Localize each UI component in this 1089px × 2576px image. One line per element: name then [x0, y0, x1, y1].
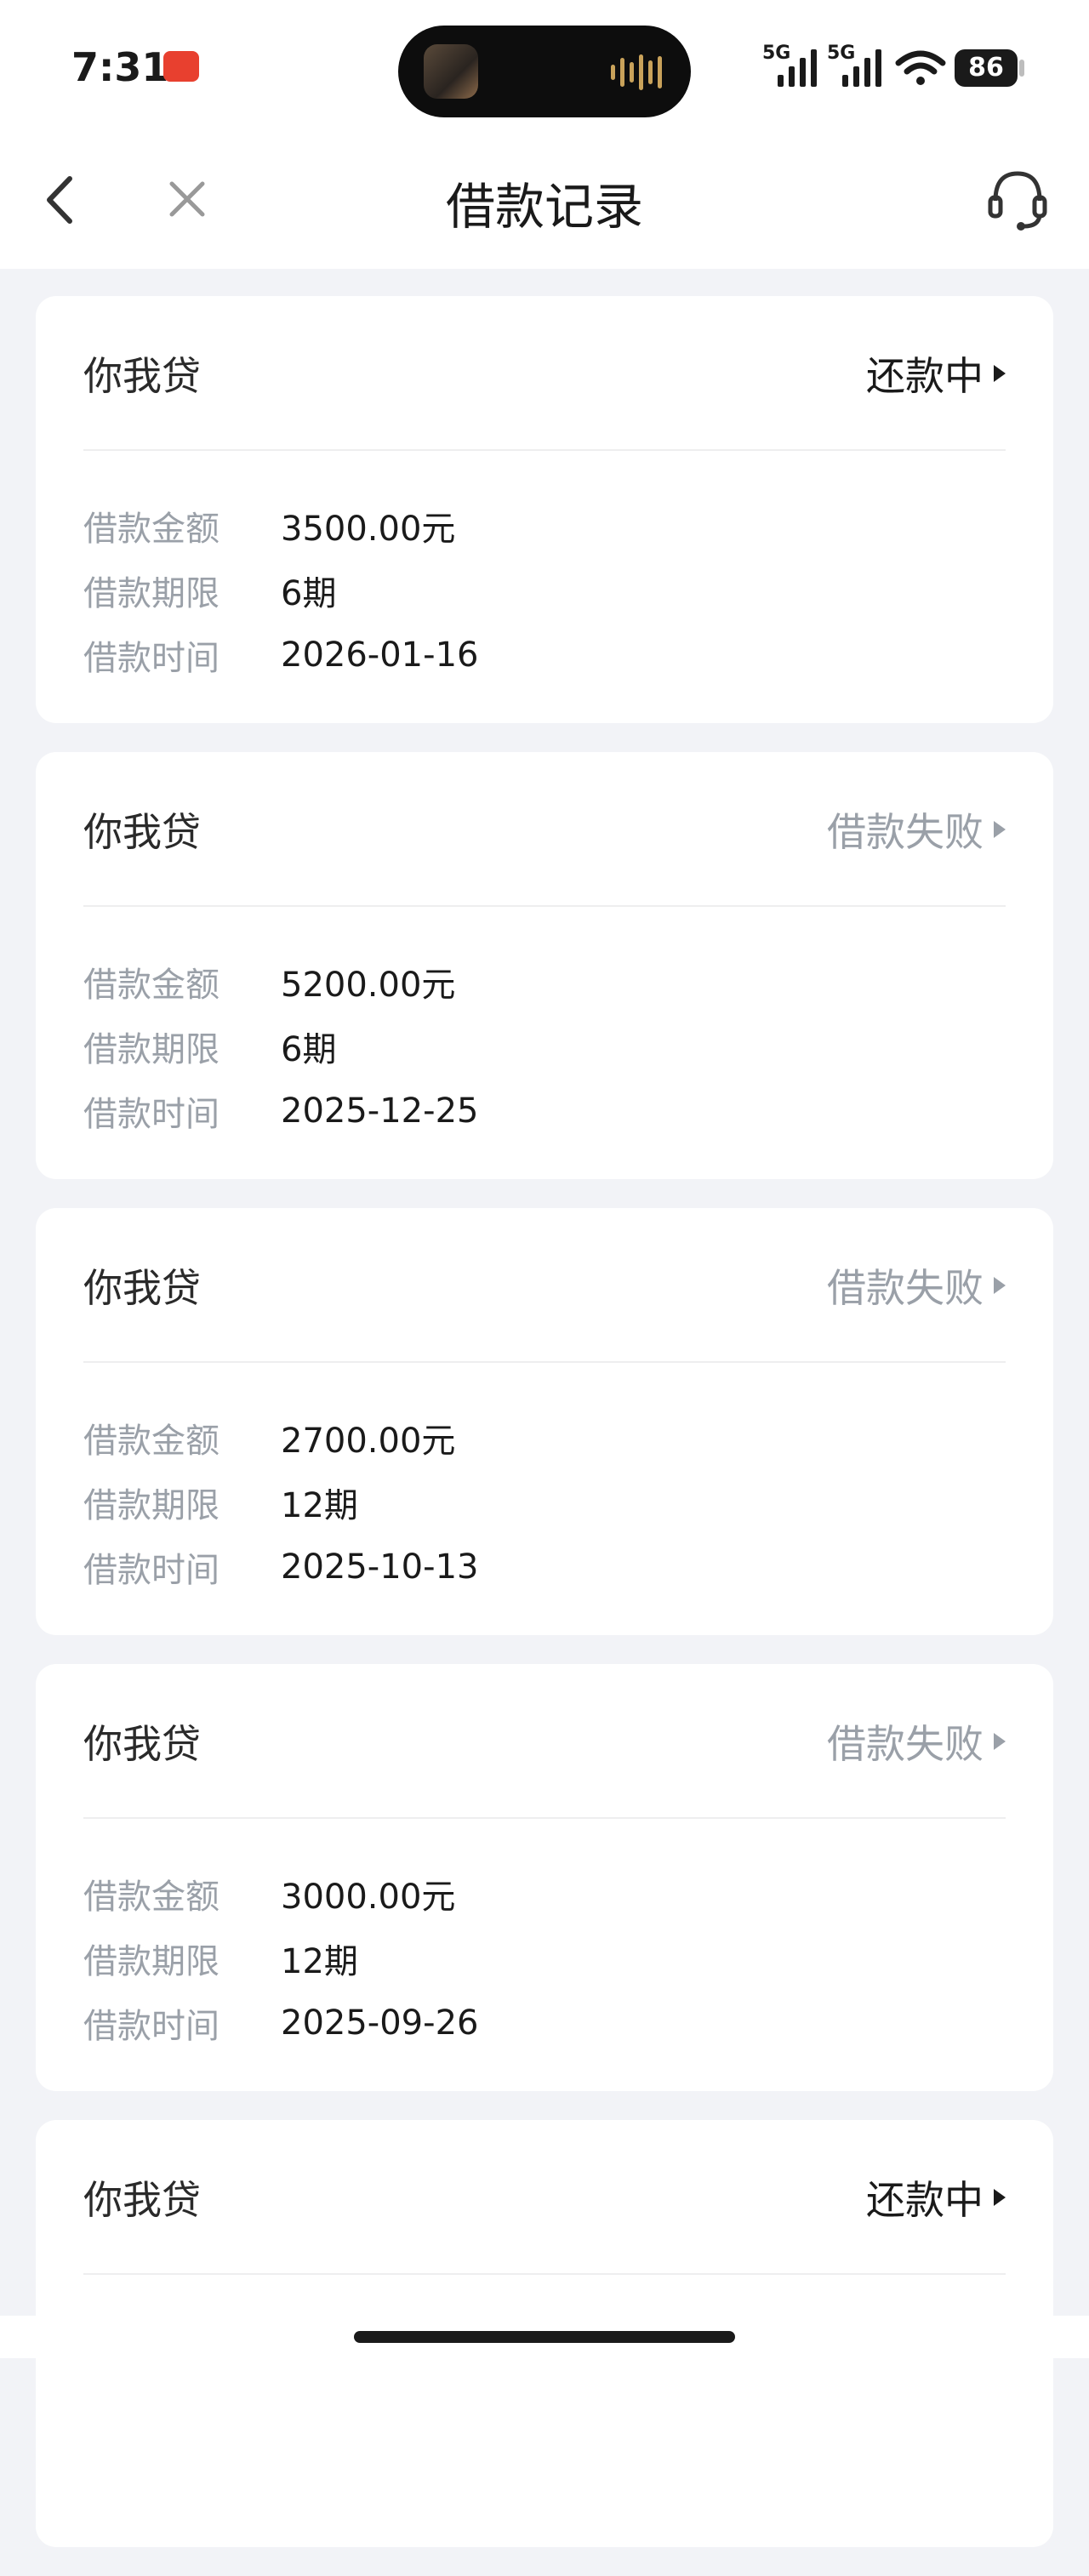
- loan-record-card[interactable]: 你我贷 借款失败 借款金额 5200.00元 借款期限 6期 借款时间 2025-12…: [36, 752, 1053, 1179]
- amount-label: 借款金额: [83, 1422, 220, 1461]
- divider: [83, 905, 1006, 907]
- term-value: 12期: [281, 1486, 358, 1525]
- home-indicator[interactable]: [354, 2331, 735, 2343]
- card-header: 你我贷 还款中: [83, 2120, 1006, 2273]
- dynamic-island[interactable]: [398, 26, 691, 117]
- media-thumbnail: [424, 44, 478, 99]
- loan-record-card[interactable]: 你我贷 还款中 借款金额 3500.00元 借款期限 6期 借款时间 2026-01-…: [36, 296, 1053, 723]
- status-link[interactable]: 还款中: [866, 345, 1006, 402]
- lender-name: 你我贷: [83, 1721, 201, 1767]
- status-text: 还款中: [866, 353, 984, 399]
- status-time: 7:31: [71, 44, 169, 90]
- loan-record-card[interactable]: 你我贷 借款失败 借款金额 3000.00元 借款期限 12期 借款时间 2025-0…: [36, 1664, 1053, 2091]
- app-notification-icon: [163, 51, 199, 82]
- date-label: 借款时间: [83, 1095, 220, 1134]
- date-value: 2025-12-25: [281, 1091, 479, 1131]
- status-text: 借款失败: [827, 1265, 984, 1311]
- term-value: 6期: [281, 574, 337, 613]
- amount-value: 3500.00元: [281, 510, 456, 549]
- status-link[interactable]: 借款失败: [827, 1713, 1006, 1770]
- loan-record-card[interactable]: 你我贷 借款失败 借款金额 2700.00元 借款期限 12期 借款时间 2025-1…: [36, 1208, 1053, 1635]
- card-header: 你我贷 借款失败: [83, 1664, 1006, 1817]
- nav-bar: 借款记录: [0, 136, 1089, 269]
- date-value: 2026-01-16: [281, 635, 479, 675]
- wifi-icon: [895, 50, 946, 85]
- customer-service-headset-icon[interactable]: [987, 167, 1048, 235]
- term-label: 借款期限: [83, 574, 220, 613]
- card-header: 你我贷 还款中: [83, 296, 1006, 449]
- page-title: 借款记录: [445, 178, 643, 236]
- status-text: 借款失败: [827, 1721, 984, 1767]
- card-header: 你我贷 借款失败: [83, 752, 1006, 905]
- term-label: 借款期限: [83, 1030, 220, 1069]
- date-value: 2025-10-13: [281, 1547, 479, 1587]
- caret-right-icon: [994, 1277, 1006, 1294]
- amount-value: 3000.00元: [281, 1878, 456, 1917]
- status-link[interactable]: 借款失败: [827, 1257, 1006, 1314]
- date-label: 借款时间: [83, 639, 220, 678]
- caret-right-icon: [994, 365, 1006, 382]
- term-value: 12期: [281, 1942, 358, 1981]
- amount-label: 借款金额: [83, 510, 220, 549]
- divider: [83, 449, 1006, 451]
- divider: [83, 1361, 1006, 1363]
- status-link[interactable]: 借款失败: [827, 801, 1006, 858]
- caret-right-icon: [994, 821, 1006, 838]
- status-text: 还款中: [866, 2177, 984, 2223]
- divider: [83, 2273, 1006, 2275]
- amount-value: 2700.00元: [281, 1422, 456, 1461]
- card-header: 你我贷 借款失败: [83, 1208, 1006, 1361]
- lender-name: 你我贷: [83, 353, 201, 399]
- date-label: 借款时间: [83, 1551, 220, 1590]
- term-value: 6期: [281, 1030, 337, 1069]
- amount-label: 借款金额: [83, 1878, 220, 1917]
- loan-record-list: 你我贷 还款中 借款金额 3500.00元 借款期限 6期 借款时间 2026-01-…: [36, 296, 1053, 2576]
- lender-name: 你我贷: [83, 809, 201, 855]
- term-label: 借款期限: [83, 1486, 220, 1525]
- status-link[interactable]: 还款中: [866, 2169, 1006, 2226]
- status-text: 借款失败: [827, 809, 984, 855]
- caret-right-icon: [994, 1733, 1006, 1750]
- status-bar: 7:31 5G 5G 86: [0, 0, 1089, 136]
- divider: [83, 1817, 1006, 1819]
- date-label: 借款时间: [83, 2007, 220, 2046]
- battery-tip: [1019, 60, 1024, 77]
- amount-label: 借款金额: [83, 966, 220, 1005]
- date-value: 2025-09-26: [281, 2003, 479, 2043]
- term-label: 借款期限: [83, 1942, 220, 1981]
- audio-wave-icon: [611, 54, 662, 90]
- battery-icon: 86: [955, 49, 1018, 87]
- caret-right-icon: [994, 2189, 1006, 2206]
- lender-name: 你我贷: [83, 2177, 201, 2223]
- lender-name: 你我贷: [83, 1265, 201, 1311]
- amount-value: 5200.00元: [281, 966, 456, 1005]
